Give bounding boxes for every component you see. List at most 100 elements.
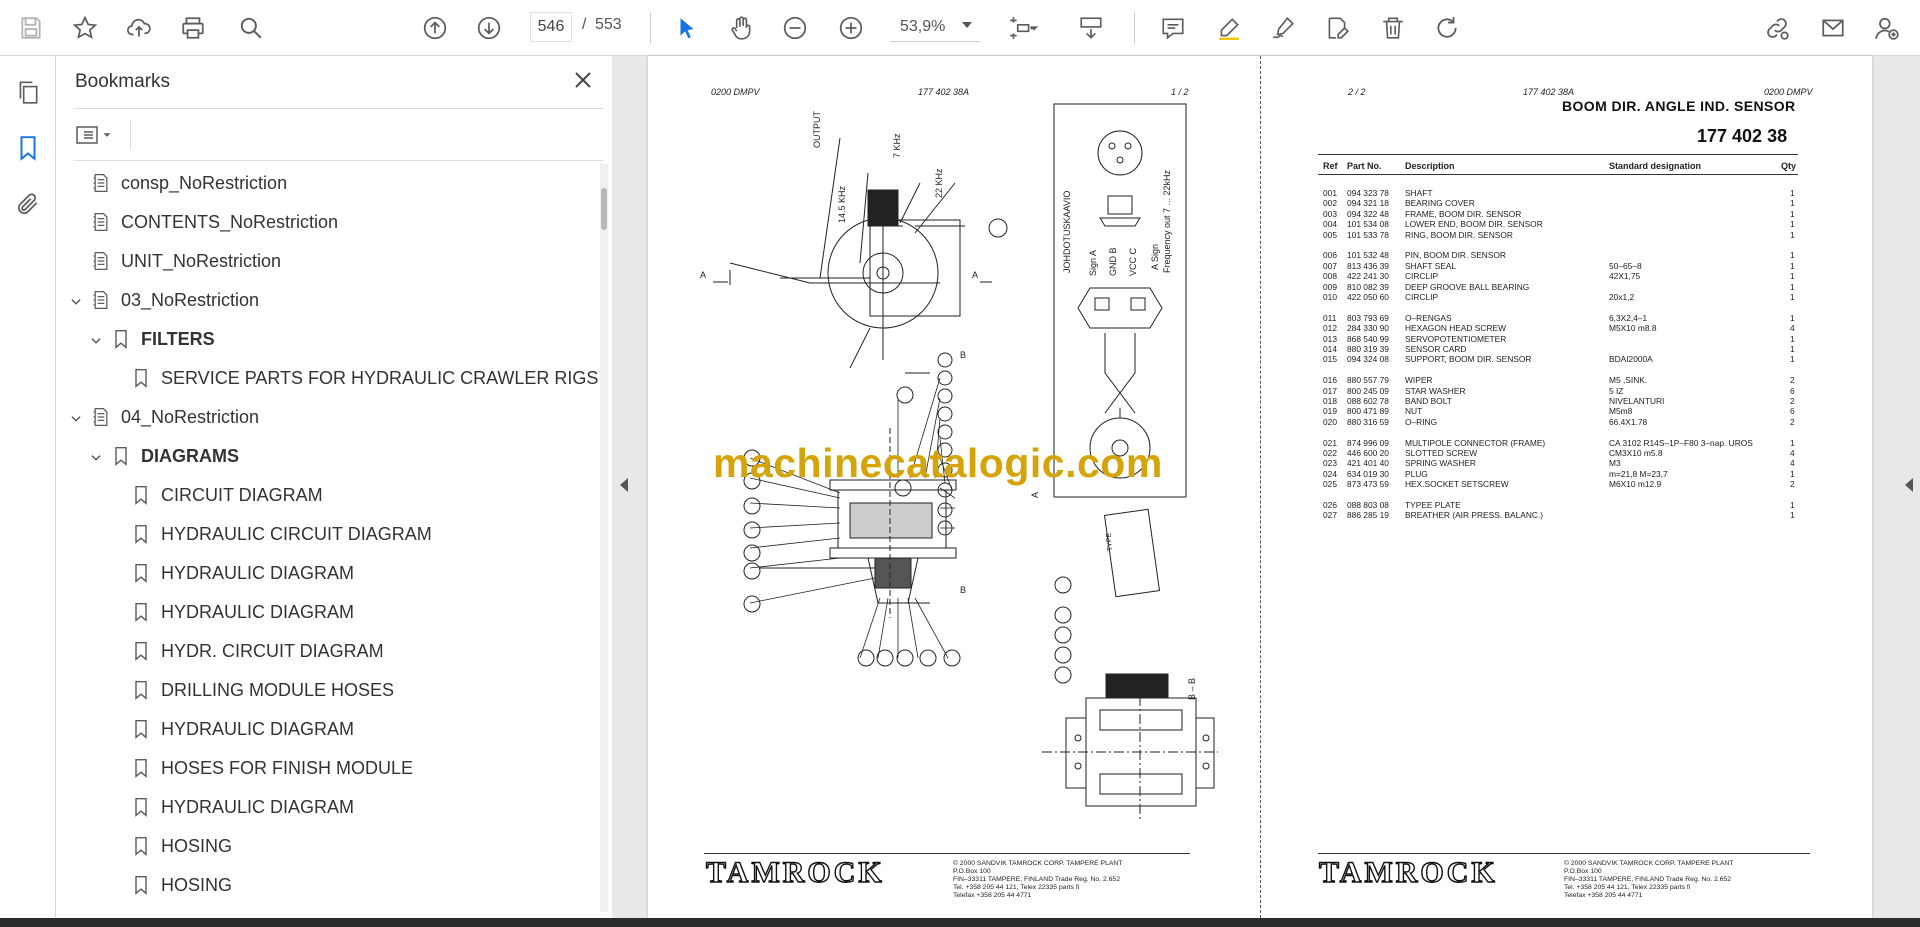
bookmark-item[interactable]: HOSING bbox=[109, 866, 232, 904]
bookmark-item[interactable]: HYDR. CIRCUIT DIAGRAM bbox=[109, 632, 384, 670]
expand-right-panel-icon[interactable] bbox=[1905, 478, 1913, 492]
bookmark-item[interactable]: HYDRAULIC CIRCUIT DIAGRAM bbox=[109, 515, 432, 553]
close-icon[interactable] bbox=[571, 68, 595, 92]
bookmark-item[interactable]: 03_NoRestriction bbox=[69, 281, 259, 319]
table-row: 008 422 241 30 CIRCLIP 42X1,75 1 bbox=[1318, 271, 1798, 281]
bookmark-icon bbox=[131, 874, 151, 896]
cell-standard: M3 bbox=[1609, 458, 1621, 469]
bookmarks-icon[interactable] bbox=[10, 130, 46, 166]
bookmark-item[interactable]: SERVICE PARTS FOR HYDRAULIC CRAWLER RIGS bbox=[109, 359, 598, 397]
highlight-pen-icon[interactable] bbox=[1212, 11, 1246, 45]
cell-standard: 42X1,75 bbox=[1609, 271, 1641, 282]
divider bbox=[73, 108, 603, 109]
share-link-icon[interactable] bbox=[1760, 11, 1794, 45]
add-user-icon[interactable] bbox=[1870, 11, 1904, 45]
cell-part-no: 101 534 08 bbox=[1347, 219, 1389, 230]
col-qty: Qty bbox=[1781, 161, 1797, 171]
document-bookmark-icon bbox=[91, 406, 111, 428]
bookmark-item[interactable]: HYDRAULIC DIAGRAM bbox=[109, 593, 354, 631]
zoom-in-icon[interactable] bbox=[834, 11, 868, 45]
bookmark-item[interactable]: HOSES FOR FINISH MODULE bbox=[109, 749, 413, 787]
document-bookmark-icon bbox=[91, 211, 111, 233]
scrollbar-track[interactable] bbox=[600, 164, 608, 912]
chevron-down-icon[interactable] bbox=[89, 449, 103, 463]
document-bookmark-icon bbox=[91, 289, 111, 311]
bookmark-item[interactable]: HYDRAULIC DIAGRAM bbox=[109, 710, 354, 748]
bookmark-item[interactable]: FILTERS bbox=[89, 320, 215, 358]
svg-text:OUTPUT: OUTPUT bbox=[812, 111, 822, 149]
bookmark-item[interactable]: HYDRAULIC DIAGRAM bbox=[109, 788, 354, 826]
email-icon[interactable] bbox=[1816, 11, 1850, 45]
cell-ref: 015 bbox=[1323, 354, 1337, 365]
bookmark-label: HOSING bbox=[161, 874, 233, 895]
cell-ref: 007 bbox=[1323, 260, 1337, 271]
table-row: 009 810 082 39 DEEP GROOVE BALL BEARING 1 bbox=[1318, 282, 1798, 292]
attachments-icon[interactable] bbox=[10, 186, 46, 222]
bookmark-item[interactable]: CONTENTS_NoRestriction bbox=[69, 203, 338, 241]
cell-qty: 1 bbox=[1790, 188, 1795, 198]
rotate-icon[interactable] bbox=[1430, 11, 1464, 45]
cell-part-no: 868 540 99 bbox=[1347, 333, 1389, 344]
bookmark-options-button[interactable] bbox=[74, 120, 118, 150]
bookmark-item[interactable]: DRILLING MODULE HOSES bbox=[109, 671, 394, 709]
cell-part-no: 094 323 78 bbox=[1347, 188, 1389, 198]
footer-rule bbox=[704, 853, 1190, 854]
bookmark-item[interactable]: UNIT_NoRestriction bbox=[69, 242, 281, 280]
bookmark-item[interactable]: HOSING bbox=[109, 827, 232, 865]
comment-icon[interactable] bbox=[1156, 11, 1190, 45]
scroll-mode-icon[interactable] bbox=[1074, 11, 1108, 45]
bookmark-item[interactable]: HYDRAULIC DIAGRAM bbox=[109, 554, 354, 592]
delete-icon[interactable] bbox=[1376, 11, 1410, 45]
cell-qty: 1 bbox=[1790, 333, 1795, 344]
draw-freehand-icon[interactable] bbox=[1266, 11, 1300, 45]
star-icon[interactable] bbox=[68, 11, 102, 45]
chevron-down-icon[interactable] bbox=[69, 293, 83, 307]
zoom-out-icon[interactable] bbox=[778, 11, 812, 45]
bookmark-label: UNIT_NoRestriction bbox=[121, 250, 282, 271]
scrollbar-thumb[interactable] bbox=[601, 188, 607, 230]
table-row: 011 803 793 69 O–RENGAS 6,3X2,4–1 1 bbox=[1318, 313, 1798, 323]
cell-ref: 003 bbox=[1323, 208, 1337, 219]
cell-qty: 1 bbox=[1790, 271, 1795, 282]
bookmark-item[interactable]: DIAGRAMS bbox=[89, 437, 239, 475]
next-page-icon[interactable] bbox=[472, 11, 506, 45]
chevron-down-icon[interactable] bbox=[89, 332, 103, 346]
document-bookmark-icon bbox=[91, 172, 111, 194]
print-icon[interactable] bbox=[176, 11, 210, 45]
cell-ref: 024 bbox=[1323, 468, 1337, 479]
cell-qty: 1 bbox=[1790, 510, 1795, 521]
bookmark-icon bbox=[111, 328, 131, 350]
fit-dropdown-chevron-icon[interactable] bbox=[1024, 11, 1044, 45]
cell-ref: 011 bbox=[1323, 312, 1337, 323]
bookmark-item[interactable]: consp_NoRestriction bbox=[69, 164, 287, 202]
bookmark-item[interactable]: 04_NoRestriction bbox=[69, 398, 259, 436]
find-icon[interactable] bbox=[234, 11, 268, 45]
cell-description: CIRCLIP bbox=[1405, 292, 1439, 302]
cell-description: SPRING WASHER bbox=[1405, 458, 1476, 469]
cell-description: SHAFT SEAL bbox=[1405, 260, 1457, 271]
hand-tool-icon[interactable] bbox=[724, 11, 758, 45]
footer-copyright: © 2000 SANDVIK TAMROCK CORP. TAMPERE PLA… bbox=[1564, 860, 1734, 899]
page-number-input[interactable]: 546 bbox=[530, 12, 572, 42]
chevron-down-icon[interactable] bbox=[962, 22, 972, 28]
save-icon[interactable] bbox=[14, 11, 48, 45]
select-cursor-icon[interactable] bbox=[670, 11, 704, 45]
cell-description: PLUG bbox=[1405, 468, 1428, 479]
previous-page-icon[interactable] bbox=[418, 11, 452, 45]
cell-description: SERVOPOTENTIOMETER bbox=[1405, 333, 1507, 344]
edit-text-icon[interactable] bbox=[1320, 11, 1354, 45]
cell-ref: 012 bbox=[1323, 323, 1337, 334]
bookmark-label: HOSING bbox=[161, 835, 233, 856]
upload-cloud-icon[interactable] bbox=[122, 11, 156, 45]
table-row: 012 284 330 90 HEXAGON HEAD SCREW M5X10 m8.… bbox=[1318, 323, 1798, 333]
collapse-left-panel-icon[interactable] bbox=[620, 478, 628, 492]
cell-qty: 1 bbox=[1790, 260, 1795, 271]
cell-ref: 019 bbox=[1323, 406, 1337, 417]
bookmark-item[interactable]: CIRCUIT DIAGRAM bbox=[109, 476, 323, 514]
page-thumbnails-icon[interactable] bbox=[10, 74, 46, 110]
cell-qty: 6 bbox=[1790, 385, 1795, 396]
chevron-down-icon[interactable] bbox=[69, 410, 83, 424]
table-rule bbox=[1318, 154, 1798, 155]
bookmark-label: HOSES FOR FINISH MODULE bbox=[161, 757, 414, 778]
tamrock-logo: TAMROCK bbox=[1318, 855, 1498, 889]
